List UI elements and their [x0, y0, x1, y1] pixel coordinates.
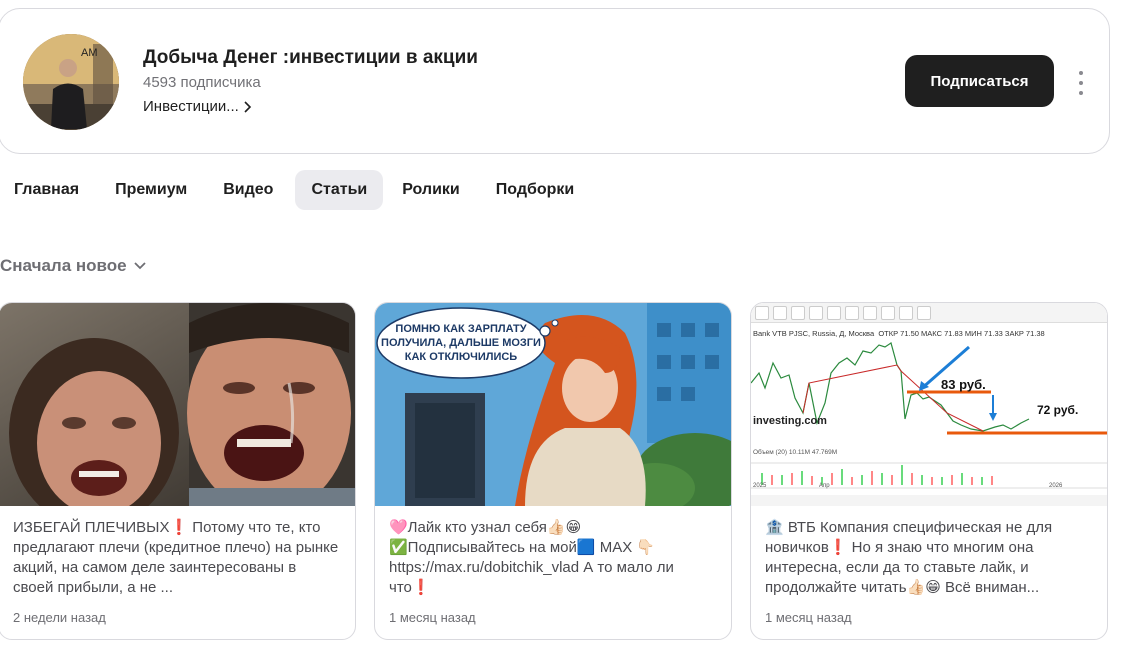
tab-shorts[interactable]: Ролики [388, 170, 477, 210]
girl-thought-bubble-image: ПОМНЮ КАК ЗАРПЛАТУ ПОЛУЧИЛА, ДАЛЬШЕ МОЗГ… [375, 303, 731, 506]
more-options-icon[interactable] [1071, 71, 1091, 95]
channel-avatar[interactable]: AM [23, 34, 119, 130]
chart-watermark: investing.com [753, 415, 827, 427]
article-date: 1 месяц назад [765, 610, 852, 625]
sort-dropdown[interactable]: Сначала новое [0, 256, 147, 276]
chart-year-left: 2025 [753, 483, 767, 489]
bubble-line-2: ПОЛУЧИЛА, ДАЛЬШЕ МОЗГИ [381, 337, 541, 349]
chevron-right-icon [244, 100, 251, 113]
article-date: 2 недели назад [13, 610, 106, 625]
subscriber-count: 4593 подписчика [143, 74, 261, 91]
chart-volume-label: Объем (20) 10.11M 47.769M [753, 449, 838, 456]
channel-category-label: Инвестиции... [143, 98, 239, 115]
article-card[interactable]: ПОМНЮ КАК ЗАРПЛАТУ ПОЛУЧИЛА, ДАЛЬШЕ МОЗГ… [374, 302, 732, 640]
article-thumbnail: ПОМНЮ КАК ЗАРПЛАТУ ПОЛУЧИЛА, ДАЛЬШЕ МОЗГ… [375, 303, 731, 506]
channel-header: AM Добыча Денег :инвестиции в акции 4593… [0, 8, 1110, 154]
tab-articles[interactable]: Статьи [295, 170, 384, 210]
article-excerpt: ИЗБЕГАЙ ПЛЕЧИВЫХ❗️ Потому что те, кто пр… [13, 519, 339, 596]
chart-label-low: 72 руб. [1037, 403, 1079, 417]
avatar-text: AM [81, 47, 98, 59]
subscribe-button[interactable]: Подписаться [905, 55, 1054, 107]
chart-month-label: Апр [819, 483, 830, 489]
crying-people-image [0, 303, 355, 506]
tab-collections[interactable]: Подборки [482, 170, 592, 210]
chart-year-right: 2026 [1049, 483, 1063, 489]
article-excerpt: 🩷Лайк кто узнал себя👍🏻😁 ✅Подписывайтесь … [389, 519, 674, 596]
tab-main[interactable]: Главная [0, 170, 96, 210]
article-card[interactable]: Bank VTB PJSC, Russia, Д, Москва ОТКР 71… [750, 302, 1108, 640]
bubble-line-1: ПОМНЮ КАК ЗАРПЛАТУ [395, 323, 526, 335]
channel-tabs: Главная Премиум Видео Статьи Ролики Подб… [0, 170, 596, 210]
chevron-down-icon [133, 262, 146, 270]
tab-premium[interactable]: Премиум [101, 170, 204, 210]
channel-title[interactable]: Добыча Денег :инвестиции в акции [143, 47, 478, 69]
sort-label: Сначала новое [0, 256, 127, 275]
channel-category-link[interactable]: Инвестиции... [143, 98, 253, 115]
article-excerpt: 🏦 ВТБ Компания специфическая не для нови… [765, 519, 1053, 596]
article-thumbnail [0, 303, 355, 506]
article-date: 1 месяц назад [389, 610, 476, 625]
article-card[interactable]: ИЗБЕГАЙ ПЛЕЧИВЫХ❗️ Потому что те, кто пр… [0, 302, 356, 640]
article-thumbnail: Bank VTB PJSC, Russia, Д, Москва ОТКР 71… [751, 303, 1107, 506]
tab-video[interactable]: Видео [209, 170, 290, 210]
chart-label-high: 83 руб. [941, 377, 986, 392]
avatar-image: AM [23, 34, 119, 130]
bubble-line-3: КАК ОТКЛЮЧИЛИСЬ [405, 351, 518, 363]
